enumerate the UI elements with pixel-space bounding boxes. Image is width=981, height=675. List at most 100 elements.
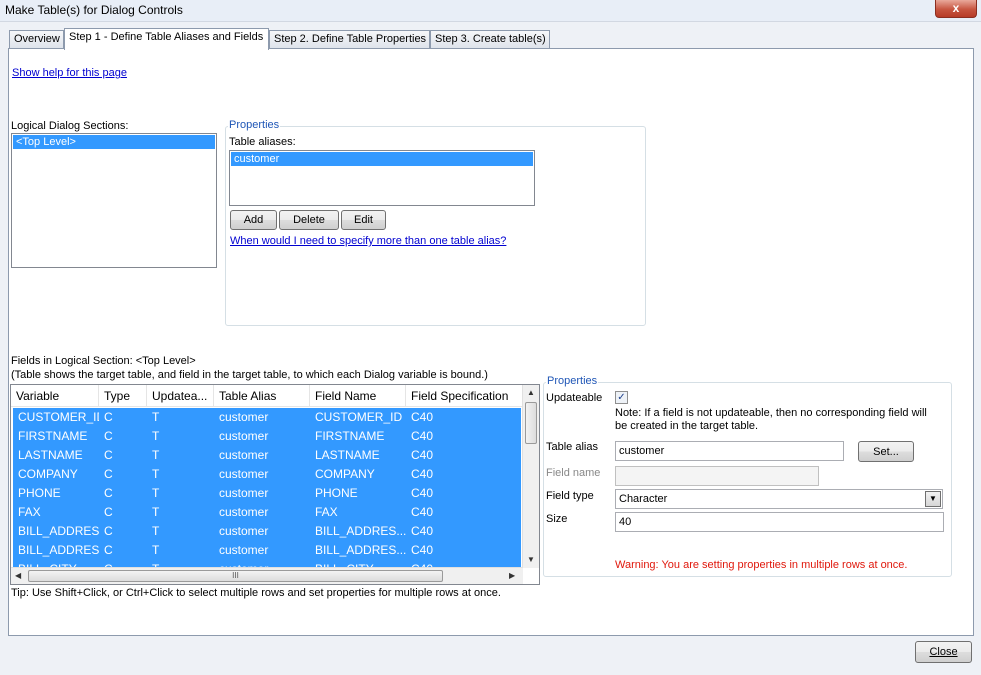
scroll-down-icon[interactable]: ▼ — [527, 555, 535, 564]
table-alias-field[interactable]: customer — [615, 441, 844, 461]
table-cell: C40 — [411, 486, 434, 500]
column-header-field-spec[interactable]: Field Specification — [406, 385, 523, 407]
table-cell: PHONE — [18, 486, 61, 500]
scroll-left-icon[interactable]: ◀ — [15, 571, 21, 580]
table-row[interactable]: FAX C Tcustomer FAX C40 — [13, 503, 521, 522]
table-cell: BILL_ADDRES... — [315, 543, 406, 557]
table-cell: C — [104, 429, 113, 443]
table-cell: C — [104, 543, 113, 557]
table-cell: BILL_ADDRES... — [18, 543, 99, 557]
column-header-table-alias[interactable]: Table Alias — [214, 385, 310, 407]
close-icon: x — [952, 1, 960, 15]
scroll-thumb[interactable] — [525, 402, 537, 444]
tab-step-1[interactable]: Step 1 - Define Table Aliases and Fields — [64, 28, 269, 50]
aliases-list[interactable]: customer — [229, 150, 535, 206]
title-bar: Make Table(s) for Dialog Controls x — [0, 0, 981, 22]
table-cell: C40 — [411, 429, 434, 443]
table-cell: C40 — [411, 524, 434, 538]
tab-overview[interactable]: Overview — [9, 30, 64, 49]
updateable-checkbox[interactable]: ✓ — [615, 391, 628, 404]
field-name-label: Field name — [546, 467, 601, 479]
table-row[interactable]: BILL_ADDRES... C Tcustomer BILL_ADDRES... C4… — [13, 522, 521, 541]
size-label: Size — [546, 513, 568, 525]
table-cell: COMPANY — [315, 467, 375, 481]
set-alias-button[interactable]: Set... — [858, 441, 914, 462]
table-row[interactable]: FIRSTNAME C Tcustomer FIRSTNAME C40 — [13, 427, 521, 446]
properties-bottom-group: Properties Updateable ✓ Note: If a field… — [543, 375, 952, 577]
add-alias-button[interactable]: Add — [230, 210, 277, 230]
table-cell: customer — [219, 524, 269, 538]
table-cell: T — [152, 429, 160, 443]
scroll-up-icon[interactable]: ▲ — [527, 388, 535, 397]
table-row[interactable]: CUSTOMER_ID C Tcustomer CUSTOMER_ID C40 — [13, 408, 521, 427]
table-row[interactable]: COMPANY C Tcustomer COMPANY C40 — [13, 465, 521, 484]
table-cell: customer — [219, 543, 269, 557]
sections-label: Logical Dialog Sections: — [11, 120, 129, 132]
fields-grid[interactable]: Variable Type Updatea... Table Alias Fie… — [10, 384, 540, 585]
multi-row-warning: Warning: You are setting properties in m… — [615, 559, 908, 571]
group-title: Properties — [228, 119, 281, 131]
tab-step-2[interactable]: Step 2. Define Table Properties — [269, 30, 430, 49]
table-cell: T — [152, 486, 160, 500]
table-cell: T — [152, 410, 160, 424]
table-cell: PHONE — [315, 486, 358, 500]
table-cell: C — [104, 448, 113, 462]
column-header-updateable[interactable]: Updatea... — [147, 385, 214, 407]
size-field[interactable]: 40 — [615, 512, 944, 532]
window-close-button[interactable]: x — [935, 0, 977, 18]
tab-step-3[interactable]: Step 3. Create table(s) — [430, 30, 550, 49]
column-header-variable[interactable]: Variable — [11, 385, 99, 407]
table-cell: CUSTOMER_ID — [315, 410, 403, 424]
list-item[interactable]: <Top Level> — [13, 135, 215, 149]
table-cell: C40 — [411, 543, 434, 557]
group-title: Properties — [546, 375, 599, 387]
show-help-link[interactable]: Show help for this page — [12, 67, 127, 79]
scroll-right-icon[interactable]: ▶ — [509, 571, 515, 580]
table-cell: T — [152, 524, 160, 538]
table-row[interactable]: BILL_ADDRES... C Tcustomer BILL_ADDRES... C4… — [13, 541, 521, 560]
scroll-thumb[interactable]: III — [28, 570, 443, 582]
table-row[interactable]: LASTNAME C Tcustomer LASTNAME C40 — [13, 446, 521, 465]
close-button[interactable]: Close — [915, 641, 972, 663]
table-cell: LASTNAME — [315, 448, 380, 462]
grid-header: Variable Type Updatea... Table Alias Fie… — [11, 385, 523, 407]
vertical-scrollbar[interactable]: ▲ ▼ — [522, 385, 539, 568]
table-cell: customer — [219, 410, 269, 424]
field-type-label: Field type — [546, 490, 594, 502]
column-header-field-name[interactable]: Field Name — [310, 385, 406, 407]
table-cell: C40 — [411, 505, 434, 519]
table-cell: BILL_ADDRES... — [18, 524, 99, 538]
table-cell: customer — [219, 467, 269, 481]
tip-text: Tip: Use Shift+Click, or Ctrl+Click to s… — [11, 587, 501, 599]
table-cell: C40 — [411, 467, 434, 481]
grid-body: CUSTOMER_ID C Tcustomer CUSTOMER_ID C40 FIRST… — [13, 408, 521, 568]
table-cell: C — [104, 410, 113, 424]
list-item[interactable]: customer — [231, 152, 533, 166]
table-cell: T — [152, 543, 160, 557]
table-row[interactable]: PHONE C Tcustomer PHONE C40 — [13, 484, 521, 503]
field-name-field — [615, 466, 819, 486]
check-icon: ✓ — [617, 392, 626, 403]
column-header-type[interactable]: Type — [99, 385, 147, 407]
table-cell: customer — [219, 448, 269, 462]
fields-section-label: Fields in Logical Section: <Top Level> — [11, 355, 196, 367]
chevron-down-icon[interactable]: ▼ — [925, 491, 941, 507]
table-cell: customer — [219, 486, 269, 500]
table-cell: C — [104, 467, 113, 481]
table-cell: T — [152, 467, 160, 481]
table-cell: C — [104, 486, 113, 500]
table-cell: T — [152, 448, 160, 462]
alias-help-link[interactable]: When would I need to specify more than o… — [230, 235, 506, 247]
table-cell: FIRSTNAME — [315, 429, 385, 443]
fields-description: (Table shows the target table, and field… — [11, 369, 488, 381]
table-cell: C40 — [411, 410, 434, 424]
delete-alias-button[interactable]: Delete — [279, 210, 339, 230]
field-type-select[interactable]: Character ▼ — [615, 489, 943, 509]
horizontal-scrollbar[interactable]: ◀ III ▶ — [11, 567, 523, 584]
table-cell: CUSTOMER_ID — [18, 410, 99, 424]
sections-list[interactable]: <Top Level> — [11, 133, 217, 268]
edit-alias-button[interactable]: Edit — [341, 210, 386, 230]
updateable-label: Updateable — [546, 392, 603, 404]
table-cell: FIRSTNAME — [18, 429, 88, 443]
table-cell: C40 — [411, 448, 434, 462]
